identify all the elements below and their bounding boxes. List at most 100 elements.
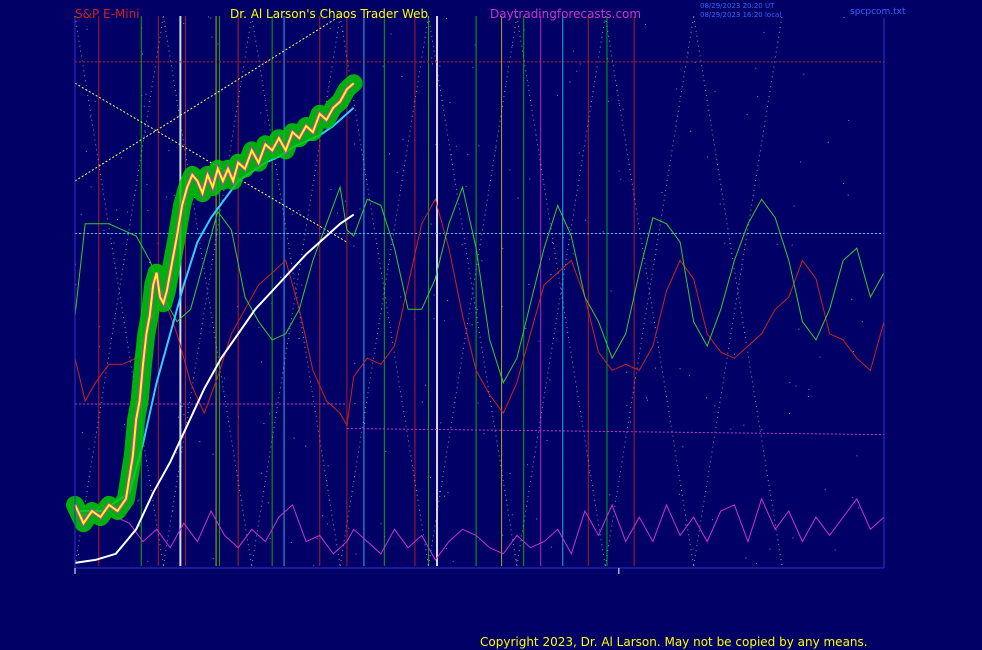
star-dot (472, 67, 474, 69)
star-dot (757, 96, 759, 98)
star-dot (449, 102, 451, 104)
star-dot (788, 413, 790, 414)
star-dot (142, 53, 143, 55)
star-dot (661, 192, 663, 193)
star-dot (124, 423, 125, 425)
star-dot (322, 515, 324, 517)
star-dot (645, 24, 646, 25)
star-dot (116, 219, 118, 220)
star-dot (834, 549, 836, 551)
star-dot (446, 18, 447, 19)
star-dot (793, 205, 795, 207)
star-dot (556, 94, 558, 96)
star-dot (474, 44, 476, 46)
star-dot (588, 472, 590, 474)
star-dot (439, 491, 440, 493)
star-dot (401, 76, 403, 77)
timestamp-local: 08/29/2023 16:20 local (700, 11, 781, 19)
star-dot (792, 537, 794, 539)
star-dot (137, 500, 139, 502)
star-dot (690, 130, 692, 132)
star-dot (719, 203, 721, 205)
star-dot (293, 437, 295, 439)
copyright-text: Copyright 2023, Dr. Al Larson. May not b… (480, 635, 868, 649)
star-dot (569, 81, 571, 83)
star-dot (126, 211, 128, 213)
star-dot (707, 156, 709, 158)
star-dot (400, 296, 402, 298)
star-dot (168, 150, 170, 152)
star-dot (755, 67, 757, 69)
star-dot (210, 17, 212, 19)
star-dot (258, 327, 260, 329)
star-dot (330, 189, 332, 191)
star-dot (89, 116, 91, 118)
star-dot (139, 525, 141, 527)
star-dot (843, 17, 845, 18)
star-dot (622, 108, 624, 110)
star-dot (94, 100, 96, 102)
star-dot (528, 284, 530, 285)
star-dot (509, 169, 511, 171)
star-dot (249, 232, 251, 234)
timestamp-ut: 08/29/2023 20:20 UT (700, 2, 775, 10)
star-dot (354, 143, 356, 145)
star-dot (819, 356, 821, 358)
star-dot (145, 93, 147, 95)
star-dot (851, 298, 853, 300)
star-dot (527, 464, 529, 466)
star-dot (609, 494, 611, 496)
star-dot (431, 57, 433, 59)
star-dot (280, 276, 282, 278)
star-dot (529, 178, 531, 180)
star-dot (385, 450, 387, 452)
star-dot (327, 523, 328, 525)
star-dot (146, 183, 148, 185)
star-dot (313, 565, 315, 567)
star-dot (261, 178, 263, 180)
star-dot (208, 16, 210, 18)
star-dot (147, 209, 149, 211)
star-dot (684, 524, 686, 526)
star-dot (647, 399, 648, 401)
star-dot (176, 452, 178, 454)
star-dot (433, 294, 435, 296)
star-dot (476, 308, 478, 310)
star-dot (329, 27, 331, 29)
star-dot (81, 432, 83, 433)
star-dot (291, 213, 293, 215)
star-dot (548, 258, 550, 260)
star-dot (477, 402, 479, 404)
star-dot (260, 472, 262, 474)
star-dot (390, 33, 392, 35)
star-dot (646, 397, 648, 399)
star-dot (421, 401, 423, 403)
star-dot (776, 243, 778, 245)
star-dot (688, 375, 690, 377)
star-dot (546, 440, 548, 441)
star-dot (551, 242, 553, 243)
star-dot (149, 262, 150, 264)
star-dot (578, 152, 580, 154)
star-dot (808, 388, 810, 390)
star-dot (550, 546, 552, 548)
star-dot (856, 455, 858, 457)
star-dot (853, 351, 854, 353)
star-dot (858, 507, 860, 509)
star-dot (445, 547, 447, 549)
star-dot (626, 405, 628, 406)
star-dot (629, 421, 631, 423)
star-dot (549, 379, 551, 381)
star-dot (550, 274, 552, 275)
chart: S&P E-Mini Dr. Al Larson's Chaos Trader … (0, 0, 982, 650)
star-dot (430, 223, 432, 225)
star-dot (676, 88, 678, 90)
star-dot (682, 446, 684, 448)
star-dot (199, 441, 201, 443)
star-dot (298, 210, 300, 211)
star-dot (511, 514, 513, 516)
star-dot (389, 153, 390, 155)
star-dot (572, 50, 574, 52)
star-dot (212, 558, 214, 560)
star-dot (512, 44, 514, 46)
